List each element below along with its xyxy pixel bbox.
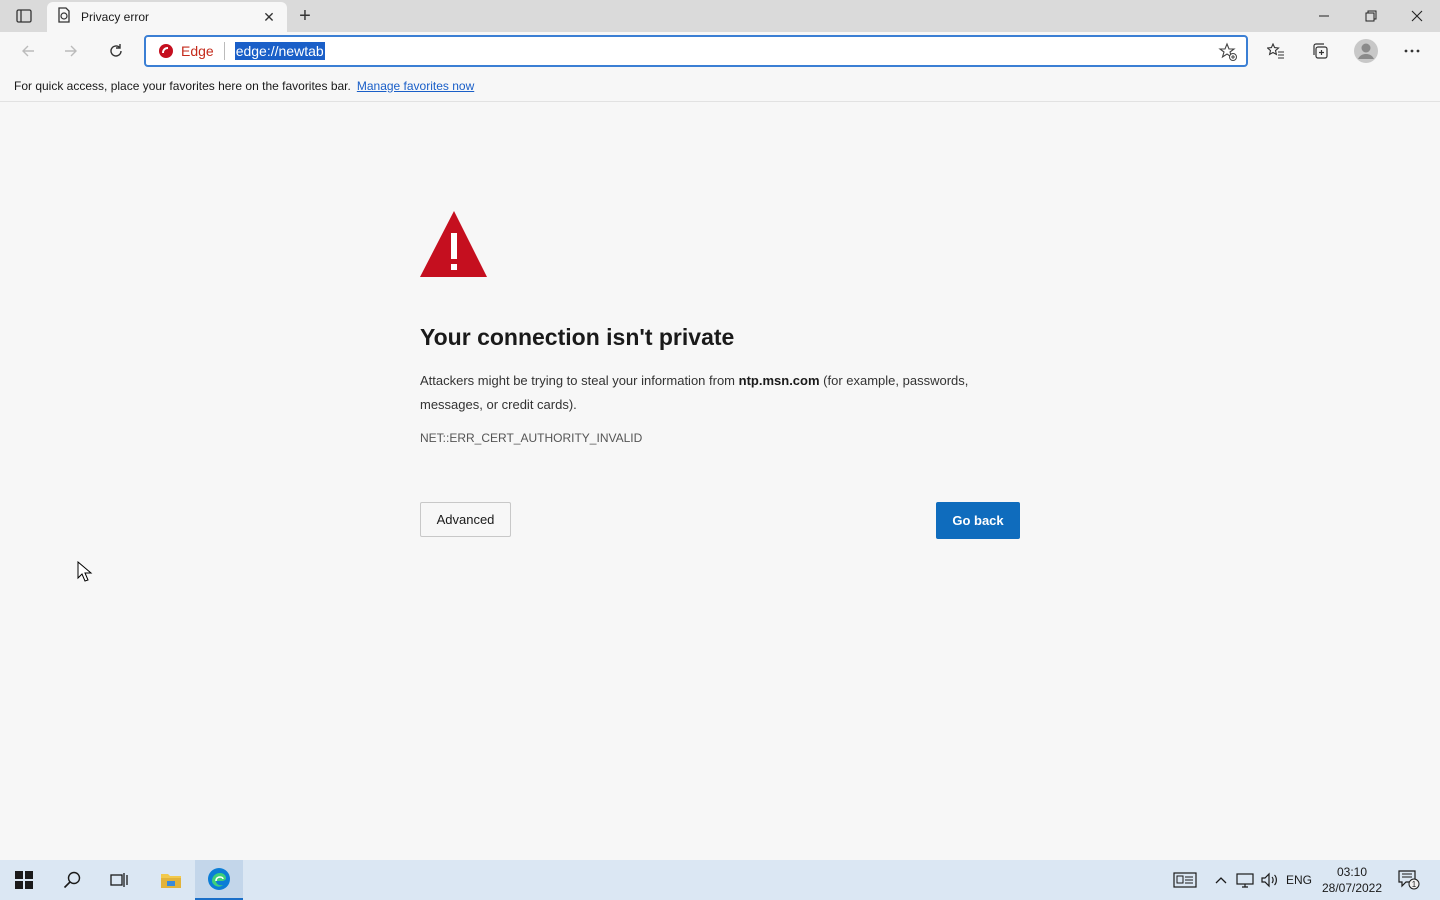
taskbar: ENG 03:10 28/07/2022 1 [0, 860, 1440, 900]
error-host: ntp.msn.com [738, 373, 820, 388]
network-icon[interactable] [1234, 860, 1256, 900]
restore-icon[interactable] [1348, 0, 1394, 32]
mouse-cursor-icon [77, 560, 93, 583]
refresh-icon[interactable] [100, 35, 132, 67]
language-indicator[interactable]: ENG [1284, 860, 1314, 900]
edge-icon[interactable] [195, 860, 243, 900]
tab-actions-icon[interactable] [8, 4, 40, 28]
error-heading: Your connection isn't private [420, 324, 735, 350]
clock[interactable]: 03:10 28/07/2022 [1318, 864, 1386, 896]
notification-count: 1 [1412, 880, 1417, 889]
go-back-button[interactable]: Go back [936, 502, 1020, 539]
close-tab-icon[interactable]: ✕ [259, 7, 279, 27]
notification-icon[interactable]: 1 [1394, 860, 1424, 900]
page-icon [57, 6, 71, 28]
toolbar: Edge edge://newtab [0, 32, 1440, 70]
title-bar: Privacy error ✕ + [0, 0, 1440, 32]
more-icon[interactable] [1396, 35, 1428, 67]
url-text[interactable]: edge://newtab [234, 42, 325, 60]
forward-icon[interactable] [55, 35, 87, 67]
address-bar[interactable]: Edge edge://newtab [144, 35, 1248, 67]
close-icon[interactable] [1394, 0, 1440, 32]
warning-icon [419, 209, 489, 279]
error-code: NET::ERR_CERT_AUTHORITY_INVALID [420, 431, 643, 445]
favorites-bar: For quick access, place your favorites h… [0, 70, 1440, 102]
task-view-icon[interactable] [96, 860, 144, 900]
manage-favorites-link[interactable]: Manage favorites now [357, 79, 474, 93]
back-icon[interactable] [12, 35, 44, 67]
profile-icon[interactable] [1350, 35, 1382, 67]
start-icon[interactable] [0, 860, 48, 900]
search-icon[interactable] [48, 860, 96, 900]
add-favorite-icon[interactable] [1218, 42, 1238, 62]
error-description: Attackers might be trying to steal your … [420, 373, 969, 412]
site-info-chip[interactable]: Edge [158, 42, 225, 60]
warning-site-icon [159, 44, 173, 58]
volume-icon[interactable] [1258, 860, 1280, 900]
news-icon[interactable] [1170, 860, 1200, 900]
plus-icon[interactable]: + [292, 4, 318, 28]
collections-icon[interactable] [1304, 35, 1336, 67]
error-page: Your connection isn't private Attackers … [0, 103, 1440, 860]
clock-time: 03:10 [1336, 865, 1368, 879]
minimize-icon[interactable] [1301, 0, 1347, 32]
favorites-icon[interactable] [1260, 35, 1292, 67]
chevron-up-icon[interactable] [1210, 860, 1232, 900]
advanced-button[interactable]: Advanced [420, 502, 511, 537]
tab-title: Privacy error [81, 10, 150, 24]
favorites-bar-message: For quick access, place your favorites h… [14, 78, 351, 93]
file-explorer-icon[interactable] [147, 860, 195, 900]
tab-privacy-error[interactable]: Privacy error ✕ [47, 2, 287, 32]
clock-date: 28/07/2022 [1321, 881, 1383, 895]
